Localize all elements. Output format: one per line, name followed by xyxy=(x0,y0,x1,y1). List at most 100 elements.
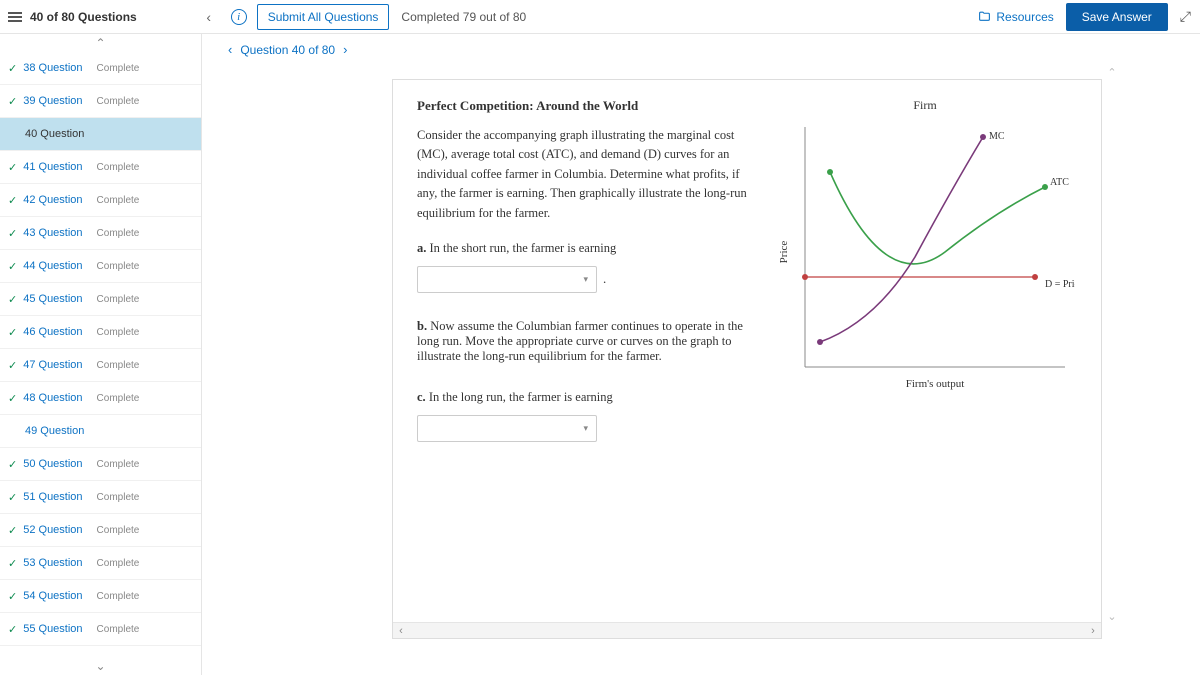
part-a-suffix: . xyxy=(603,271,606,287)
sidebar-item-status: Complete xyxy=(97,228,140,239)
scroll-right-icon[interactable]: › xyxy=(1085,625,1101,637)
check-icon: ✓ xyxy=(8,260,17,273)
firm-graph[interactable]: Firm Price Firm's output D = Price xyxy=(775,98,1075,468)
scroll-left-icon[interactable]: ‹ xyxy=(393,625,409,637)
scroll-down-icon[interactable]: ⌄ xyxy=(1107,609,1116,625)
part-a-dropdown[interactable]: ▾ xyxy=(417,266,597,293)
sidebar-item-status: Complete xyxy=(97,591,140,602)
check-icon: ✓ xyxy=(8,161,17,174)
mc-curve[interactable] xyxy=(820,137,983,342)
sidebar-item-status: Complete xyxy=(97,261,140,272)
sidebar-item-label: 49 Question xyxy=(25,425,84,437)
sidebar-item-label: 41 Question xyxy=(23,161,82,173)
graph-title: Firm xyxy=(775,98,1075,113)
mc-label: MC xyxy=(989,131,1005,142)
y-axis-label: Price xyxy=(778,241,790,264)
sidebar-item-q49[interactable]: 49 Question xyxy=(0,415,201,448)
menu-icon[interactable] xyxy=(8,12,22,22)
sidebar-item-q51[interactable]: ✓ 51 Question Complete xyxy=(0,481,201,514)
d-label: D = Price xyxy=(1045,279,1075,290)
sidebar-item-q41[interactable]: ✓ 41 Question Complete xyxy=(0,151,201,184)
part-b-label: b. Now assume the Columbian farmer conti… xyxy=(417,319,757,364)
prev-top-icon[interactable]: ‹ xyxy=(197,9,221,25)
sidebar-item-status: Complete xyxy=(97,624,140,635)
check-icon: ✓ xyxy=(8,524,17,537)
sidebar-item-label: 54 Question xyxy=(23,590,82,602)
caret-down-icon: ▾ xyxy=(583,274,588,285)
sidebar-item-status: Complete xyxy=(97,558,140,569)
save-answer-button[interactable]: Save Answer xyxy=(1066,3,1168,31)
sidebar-item-status: Complete xyxy=(97,162,140,173)
part-a-label: a. In the short run, the farmer is earni… xyxy=(417,241,757,256)
caret-down-icon: ▾ xyxy=(583,423,588,434)
part-c-label: c. In the long run, the farmer is earnin… xyxy=(417,390,757,405)
sidebar-item-label: 50 Question xyxy=(23,458,82,470)
check-icon: ✓ xyxy=(8,458,17,471)
atc-curve[interactable] xyxy=(830,172,1045,264)
sidebar-up-icon[interactable]: ⌃ xyxy=(0,34,201,52)
sidebar-item-label: 51 Question xyxy=(23,491,82,503)
sidebar-item-label: 45 Question xyxy=(23,293,82,305)
submit-all-button[interactable]: Submit All Questions xyxy=(257,4,390,30)
sidebar-item-q44[interactable]: ✓ 44 Question Complete xyxy=(0,250,201,283)
sidebar-item-q52[interactable]: ✓52 QuestionComplete xyxy=(0,514,201,547)
sidebar-item-label: 52 Question xyxy=(23,524,82,536)
check-icon: ✓ xyxy=(8,62,17,75)
pane-hscroll[interactable]: ‹ › xyxy=(393,622,1101,638)
sidebar-item-status: Complete xyxy=(97,360,140,371)
completed-status: Completed 79 out of 80 xyxy=(401,10,526,24)
sidebar-item-label: 47 Question xyxy=(23,359,82,371)
pane-vscroll[interactable]: ⌃ ⌄ xyxy=(1104,65,1120,625)
sidebar-item-q45[interactable]: ✓ 45 Question Complete xyxy=(0,283,201,316)
part-c-dropdown[interactable]: ▾ xyxy=(417,415,597,442)
resources-link[interactable]: Resources xyxy=(978,10,1053,24)
check-icon: ✓ xyxy=(8,491,17,504)
sidebar-down-icon[interactable]: ⌄ xyxy=(0,657,201,675)
check-icon: ✓ xyxy=(8,326,17,339)
page-counter: 40 of 80 Questions xyxy=(30,10,137,24)
sidebar-item-label: 43 Question xyxy=(23,227,82,239)
sidebar-item-status: Complete xyxy=(97,195,140,206)
scroll-up-icon[interactable]: ⌃ xyxy=(1107,65,1116,81)
question-title: Perfect Competition: Around the World xyxy=(417,98,757,114)
sidebar-item-q47[interactable]: ✓47 QuestionComplete xyxy=(0,349,201,382)
question-position: Question 40 of 80 xyxy=(240,43,335,57)
sidebar-item-q56[interactable]: ✓56 QuestionComplete xyxy=(0,646,201,657)
next-question-icon[interactable]: › xyxy=(343,42,347,57)
check-icon: ✓ xyxy=(8,227,17,240)
info-icon[interactable]: i xyxy=(231,9,247,25)
sidebar-item-label: 55 Question xyxy=(23,623,82,635)
check-icon: ✓ xyxy=(8,392,17,405)
sidebar-item-label: 39 Question xyxy=(23,95,82,107)
sidebar-item-q53[interactable]: ✓53 QuestionComplete xyxy=(0,547,201,580)
sidebar-item-label: 40 Question xyxy=(25,128,84,140)
sidebar-item-q55[interactable]: ✓ 55 Question Complete xyxy=(0,613,201,646)
sidebar-item-label: 48 Question xyxy=(23,392,82,404)
check-icon: ✓ xyxy=(8,557,17,570)
sidebar-item-label: 38 Question xyxy=(23,62,82,74)
sidebar-item-q43[interactable]: ✓ 43 Question Complete xyxy=(0,217,201,250)
question-body: Consider the accompanying graph illustra… xyxy=(417,126,757,223)
sidebar-item-status: Complete xyxy=(97,96,140,107)
sidebar-item-q54[interactable]: ✓ 54 Question Complete xyxy=(0,580,201,613)
atc-label: ATC xyxy=(1050,177,1069,188)
sidebar-item-q50[interactable]: ✓ 50 Question Complete xyxy=(0,448,201,481)
sidebar-item-q39[interactable]: ✓39 QuestionComplete xyxy=(0,85,201,118)
sidebar-item-q46[interactable]: ✓46 QuestionComplete xyxy=(0,316,201,349)
sidebar-item-status: Complete xyxy=(97,459,140,470)
sidebar-item-label: 44 Question xyxy=(23,260,82,272)
check-icon: ✓ xyxy=(8,194,17,207)
question-sidebar: ⌃ ✓ 38 Question Complete ✓ 39 Question Comple… xyxy=(0,34,202,675)
folder-icon xyxy=(978,10,991,23)
fullscreen-icon[interactable]: ⤢ xyxy=(1180,8,1188,25)
check-icon: ✓ xyxy=(8,293,17,306)
sidebar-item-q38[interactable]: ✓38 QuestionComplete xyxy=(0,52,201,85)
check-icon: ✓ xyxy=(8,590,17,603)
sidebar-item-status: Complete xyxy=(97,294,140,305)
sidebar-item-status: Complete xyxy=(97,492,140,503)
check-icon: ✓ xyxy=(8,623,17,636)
sidebar-item-q40[interactable]: 40 Question xyxy=(0,118,201,151)
sidebar-item-q48[interactable]: ✓48 QuestionComplete xyxy=(0,382,201,415)
prev-question-icon[interactable]: ‹ xyxy=(228,42,232,57)
sidebar-item-q42[interactable]: ✓42 QuestionComplete xyxy=(0,184,201,217)
